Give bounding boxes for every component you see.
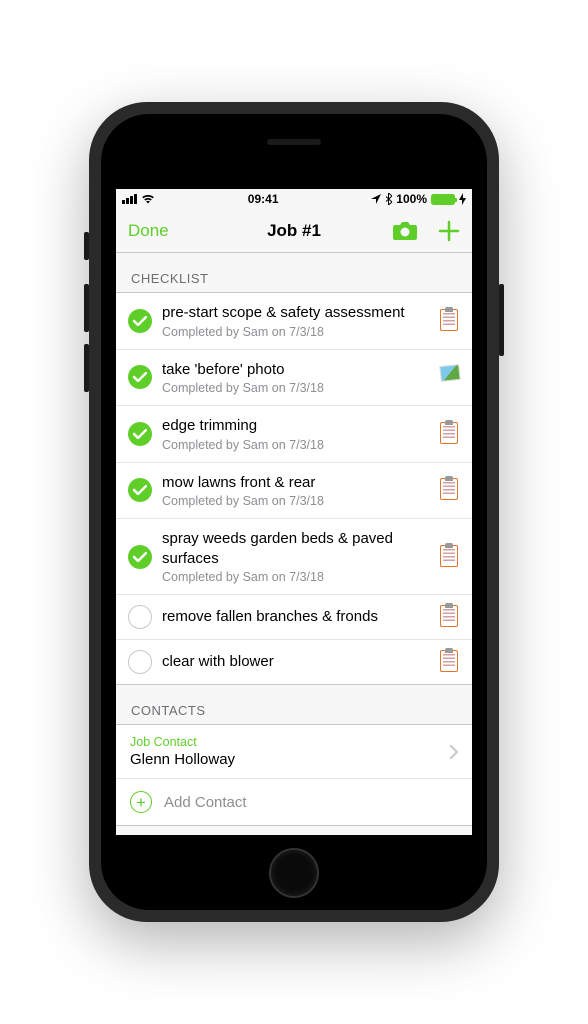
checklist-text: pre-start scope & safety assessment Compl… bbox=[162, 303, 430, 339]
plus-icon[interactable] bbox=[438, 220, 460, 242]
page-title: Job #1 bbox=[267, 221, 321, 241]
checklist: pre-start scope & safety assessment Compl… bbox=[116, 292, 472, 685]
signal-icon bbox=[122, 194, 137, 204]
location-icon bbox=[371, 194, 381, 204]
contact-label: Job Contact bbox=[130, 735, 458, 749]
chevron-right-icon bbox=[450, 745, 458, 759]
checklist-title: take 'before' photo bbox=[162, 360, 430, 380]
checklist-meta: Completed by Sam on 7/3/18 bbox=[162, 325, 430, 339]
phone-frame: 09:41 100% Done Job #1 bbox=[89, 102, 499, 922]
status-left bbox=[122, 194, 155, 204]
home-button[interactable] bbox=[269, 848, 319, 898]
clipboard-icon[interactable] bbox=[440, 478, 460, 502]
checklist-title: remove fallen branches & fronds bbox=[162, 607, 430, 627]
camera-icon[interactable] bbox=[392, 221, 418, 241]
wifi-icon bbox=[141, 194, 155, 204]
checklist-title: edge trimming bbox=[162, 416, 430, 436]
plus-circle-icon: + bbox=[130, 791, 152, 813]
checklist-title: clear with blower bbox=[162, 652, 430, 672]
power-button bbox=[499, 284, 504, 356]
checklist-text: clear with blower bbox=[162, 652, 430, 672]
checklist-item[interactable]: pre-start scope & safety assessment Compl… bbox=[116, 293, 472, 350]
checklist-meta: Completed by Sam on 7/3/18 bbox=[162, 381, 430, 395]
clipboard-icon[interactable] bbox=[440, 605, 460, 629]
battery-icon bbox=[431, 194, 455, 205]
contacts-list: Job Contact Glenn Holloway + Add Contact bbox=[116, 724, 472, 826]
status-right: 100% bbox=[371, 192, 466, 206]
check-done-icon[interactable] bbox=[128, 309, 152, 333]
checklist-text: take 'before' photoCompleted by Sam on 7… bbox=[162, 360, 430, 396]
checklist-text: mow lawns front & rearCompleted by Sam o… bbox=[162, 473, 430, 509]
add-contact-label: Add Contact bbox=[164, 794, 247, 811]
clipboard-icon[interactable] bbox=[440, 545, 460, 569]
bluetooth-icon bbox=[385, 193, 392, 205]
checklist-text: edge trimming Completed by Sam on 7/3/18 bbox=[162, 416, 430, 452]
volume-down-button bbox=[84, 344, 89, 392]
add-contact-button[interactable]: + Add Contact bbox=[116, 779, 472, 825]
checklist-item[interactable]: mow lawns front & rearCompleted by Sam o… bbox=[116, 463, 472, 520]
checklist-item[interactable]: take 'before' photoCompleted by Sam on 7… bbox=[116, 350, 472, 407]
checklist-item[interactable]: remove fallen branches & fronds bbox=[116, 595, 472, 640]
clipboard-icon[interactable] bbox=[440, 650, 460, 674]
check-done-icon[interactable] bbox=[128, 478, 152, 502]
checklist-meta: Completed by Sam on 7/3/18 bbox=[162, 570, 430, 584]
contact-row[interactable]: Job Contact Glenn Holloway bbox=[116, 725, 472, 779]
nav-bar: Done Job #1 bbox=[116, 209, 472, 253]
phone-bezel: 09:41 100% Done Job #1 bbox=[101, 114, 487, 910]
volume-up-button bbox=[84, 284, 89, 332]
battery-percent: 100% bbox=[396, 192, 427, 206]
checklist-item[interactable]: edge trimming Completed by Sam on 7/3/18 bbox=[116, 406, 472, 463]
checklist-text: spray weeds garden beds & paved surfaces… bbox=[162, 529, 430, 584]
photo-thumb-icon[interactable] bbox=[440, 365, 460, 389]
checklist-item[interactable]: spray weeds garden beds & paved surfaces… bbox=[116, 519, 472, 595]
contact-name: Glenn Holloway bbox=[130, 751, 458, 768]
checklist-meta: Completed by Sam on 7/3/18 bbox=[162, 494, 430, 508]
checklist-title: spray weeds garden beds & paved surfaces bbox=[162, 529, 430, 568]
check-done-icon[interactable] bbox=[128, 545, 152, 569]
check-done-icon[interactable] bbox=[128, 365, 152, 389]
check-done-icon[interactable] bbox=[128, 422, 152, 446]
clipboard-icon[interactable] bbox=[440, 422, 460, 446]
done-button[interactable]: Done bbox=[128, 221, 169, 241]
checklist-meta: Completed by Sam on 7/3/18 bbox=[162, 438, 430, 452]
screen: 09:41 100% Done Job #1 bbox=[116, 189, 472, 835]
status-time: 09:41 bbox=[248, 192, 279, 206]
mute-switch bbox=[84, 232, 89, 260]
checklist-header: CHECKLIST bbox=[116, 253, 472, 292]
status-bar: 09:41 100% bbox=[116, 189, 472, 209]
checklist-item[interactable]: clear with blower bbox=[116, 640, 472, 684]
check-empty-icon[interactable] bbox=[128, 605, 152, 629]
check-empty-icon[interactable] bbox=[128, 650, 152, 674]
checklist-text: remove fallen branches & fronds bbox=[162, 607, 430, 627]
checklist-title: mow lawns front & rear bbox=[162, 473, 430, 493]
contacts-header: CONTACTS bbox=[116, 685, 472, 724]
speaker-grille bbox=[267, 139, 321, 145]
charging-icon bbox=[459, 193, 466, 205]
clipboard-icon[interactable] bbox=[440, 309, 460, 333]
checklist-title: pre-start scope & safety assessment bbox=[162, 303, 430, 323]
